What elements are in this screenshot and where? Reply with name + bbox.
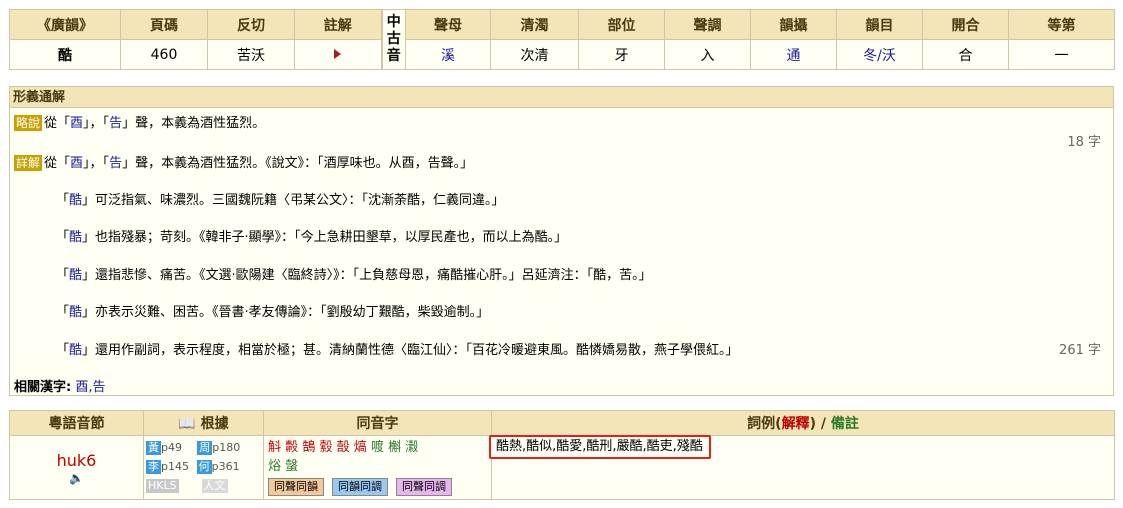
value-page: 460: [120, 39, 208, 70]
char-link[interactable]: 告: [109, 156, 122, 171]
source-tag[interactable]: 人文: [201, 479, 228, 493]
detail-count: 261 字: [1059, 343, 1101, 358]
header-kaihe: 開合: [922, 9, 1009, 40]
yue-cell: huk6 🔈: [9, 435, 144, 500]
same-final-tone-button[interactable]: 同韻同調: [332, 478, 388, 496]
section-title: 形義通解: [10, 87, 1113, 108]
source-tag[interactable]: 周: [197, 441, 213, 455]
zhonggu-label: 中古音: [380, 9, 406, 70]
header-page: 頁碼: [120, 9, 208, 40]
homophone-list[interactable]: 焀 螜: [268, 457, 487, 476]
char-link[interactable]: 酷: [69, 268, 82, 283]
header-note: 註解: [294, 9, 382, 40]
examples-list[interactable]: 酷熱,酷似,酷愛,酷刑,嚴酷,酷吏,殘酷: [489, 435, 711, 459]
value-qingzhuo: 次清: [490, 39, 579, 70]
book-icon: 📖: [178, 416, 196, 432]
header-initial: 聲母: [405, 9, 491, 40]
beizhu-link[interactable]: 備註: [831, 416, 859, 432]
char-link[interactable]: 酉: [70, 156, 83, 171]
related-label: 相關漢字:: [14, 380, 72, 395]
header-cili: 詞例(解釋) / 備註: [491, 410, 1115, 436]
value-tone: 入: [664, 39, 751, 70]
char-link[interactable]: 酷: [69, 343, 82, 358]
header-yunshe: 韻攝: [750, 9, 837, 40]
brief-count: 18 字: [1067, 135, 1101, 150]
source-tag[interactable]: HKLS: [146, 479, 179, 493]
char-link[interactable]: 酷: [69, 193, 82, 208]
header-homophone: 同音字: [263, 410, 492, 436]
cantonese-table: 粵語音節 📖 根據 同音字 詞例(解釋) / 備註 huk6 🔈 黃 p49 周p…: [9, 410, 1115, 500]
play-icon[interactable]: [334, 48, 342, 59]
yue-syllable: huk6: [56, 450, 97, 470]
examples-cell: 酷熱,酷似,酷愛,酷刑,嚴酷,酷吏,殘酷: [489, 435, 1115, 500]
value-yunshe[interactable]: 通: [750, 39, 837, 70]
header-basis: 📖 根據: [143, 410, 264, 436]
sense-line: 「酷」還用作副詞，表示程度，相當於極；甚。清納蘭性德〈臨江仙〉：「百花冷暖避東風…: [56, 343, 739, 358]
detail-tag: 詳解: [14, 155, 43, 171]
jieshi-link[interactable]: 解釋: [782, 416, 810, 432]
header-buwei: 部位: [578, 9, 665, 40]
xingyi-section: 形義通解 略說 從「酉」，「告」聲，本義為酒性猛烈。 18 字 詳解 從「酉」，「告…: [9, 86, 1114, 396]
homophone-list[interactable]: 斛 㲉 鵠 縠 嗀 熇 喥 槲 瀫: [268, 438, 487, 457]
speaker-icon[interactable]: 🔈: [10, 471, 143, 485]
value-yunmu[interactable]: 冬/沃: [836, 39, 923, 70]
detail-line: 詳解 從「酉」，「告」聲，本義為酒性猛烈。《說文》：「酒厚味也。从酉，告聲。」: [14, 155, 474, 171]
note-toggle[interactable]: [294, 39, 382, 70]
header-yue: 粵語音節: [9, 410, 144, 436]
sense-line: 「酷」還指悲慘、痛苦。《文選·歐陽建〈臨終詩〉》：「上負慈母恩，痛酷摧心肝。」呂…: [56, 268, 652, 283]
related-chars[interactable]: 酉,告: [75, 380, 105, 395]
source-tag[interactable]: 黃: [146, 441, 161, 455]
zhonggu-table: 《廣韻》 頁碼 反切 註解 中古音 聲母 清濁 部位 聲調 韻攝 韻目 開合 等…: [9, 9, 1115, 70]
header-qingzhuo: 清濁: [490, 9, 579, 40]
header-fanqie: 反切: [207, 9, 295, 40]
sense-line: 「酷」可泛指氣、味濃烈。三國魏阮籍〈弔某公文〉：「沈漸荼酷，仁義同違。」: [56, 193, 505, 208]
value-fanqie: 苦沃: [207, 39, 295, 70]
value-initial[interactable]: 溪: [405, 39, 491, 70]
brief-line: 略說 從「酉」，「告」聲，本義為酒性猛烈。: [14, 115, 266, 131]
value-dengdi: 一: [1008, 39, 1115, 70]
char-link[interactable]: 酉: [70, 116, 83, 131]
header-yunmu: 韻目: [836, 9, 923, 40]
header-tone: 聲調: [664, 9, 751, 40]
value-buwei: 牙: [578, 39, 665, 70]
char-link[interactable]: 告: [109, 116, 122, 131]
header-guangyun: 《廣韻》: [9, 9, 121, 40]
sense-line: 「酷」亦表示災難、困苦。《晉書·孝友傳論》：「劉殷幼丁艱酷，柴毀逾制。」: [56, 305, 490, 320]
sense-line: 「酷」也指殘暴；苛刻。《韓非子·顯學》：「今上急耕田墾草，以厚民產也，而以上為酷…: [56, 230, 568, 245]
same-initial-tone-button[interactable]: 同聲同調: [396, 478, 452, 496]
related-line: 相關漢字: 酉,告: [14, 376, 105, 395]
value-kaihe: 合: [922, 39, 1009, 70]
header-dengdi: 等第: [1008, 9, 1115, 40]
source-tag[interactable]: 何: [196, 460, 212, 474]
same-initial-final-button[interactable]: 同聲同韻: [268, 478, 324, 496]
source-tag[interactable]: 李: [146, 460, 161, 474]
value-char: 酷: [9, 39, 121, 70]
char-link[interactable]: 酷: [69, 230, 82, 245]
brief-tag: 略說: [14, 115, 43, 131]
char-link[interactable]: 酷: [69, 305, 82, 320]
homophone-cell: 斛 㲉 鵠 縠 嗀 熇 喥 槲 瀫 焀 螜 同聲同韻 同韻同調 同聲同調: [263, 435, 492, 500]
basis-cell: 黃 p49 周 p180 李 p145 何 p361 HKLS 人文: [143, 435, 264, 500]
